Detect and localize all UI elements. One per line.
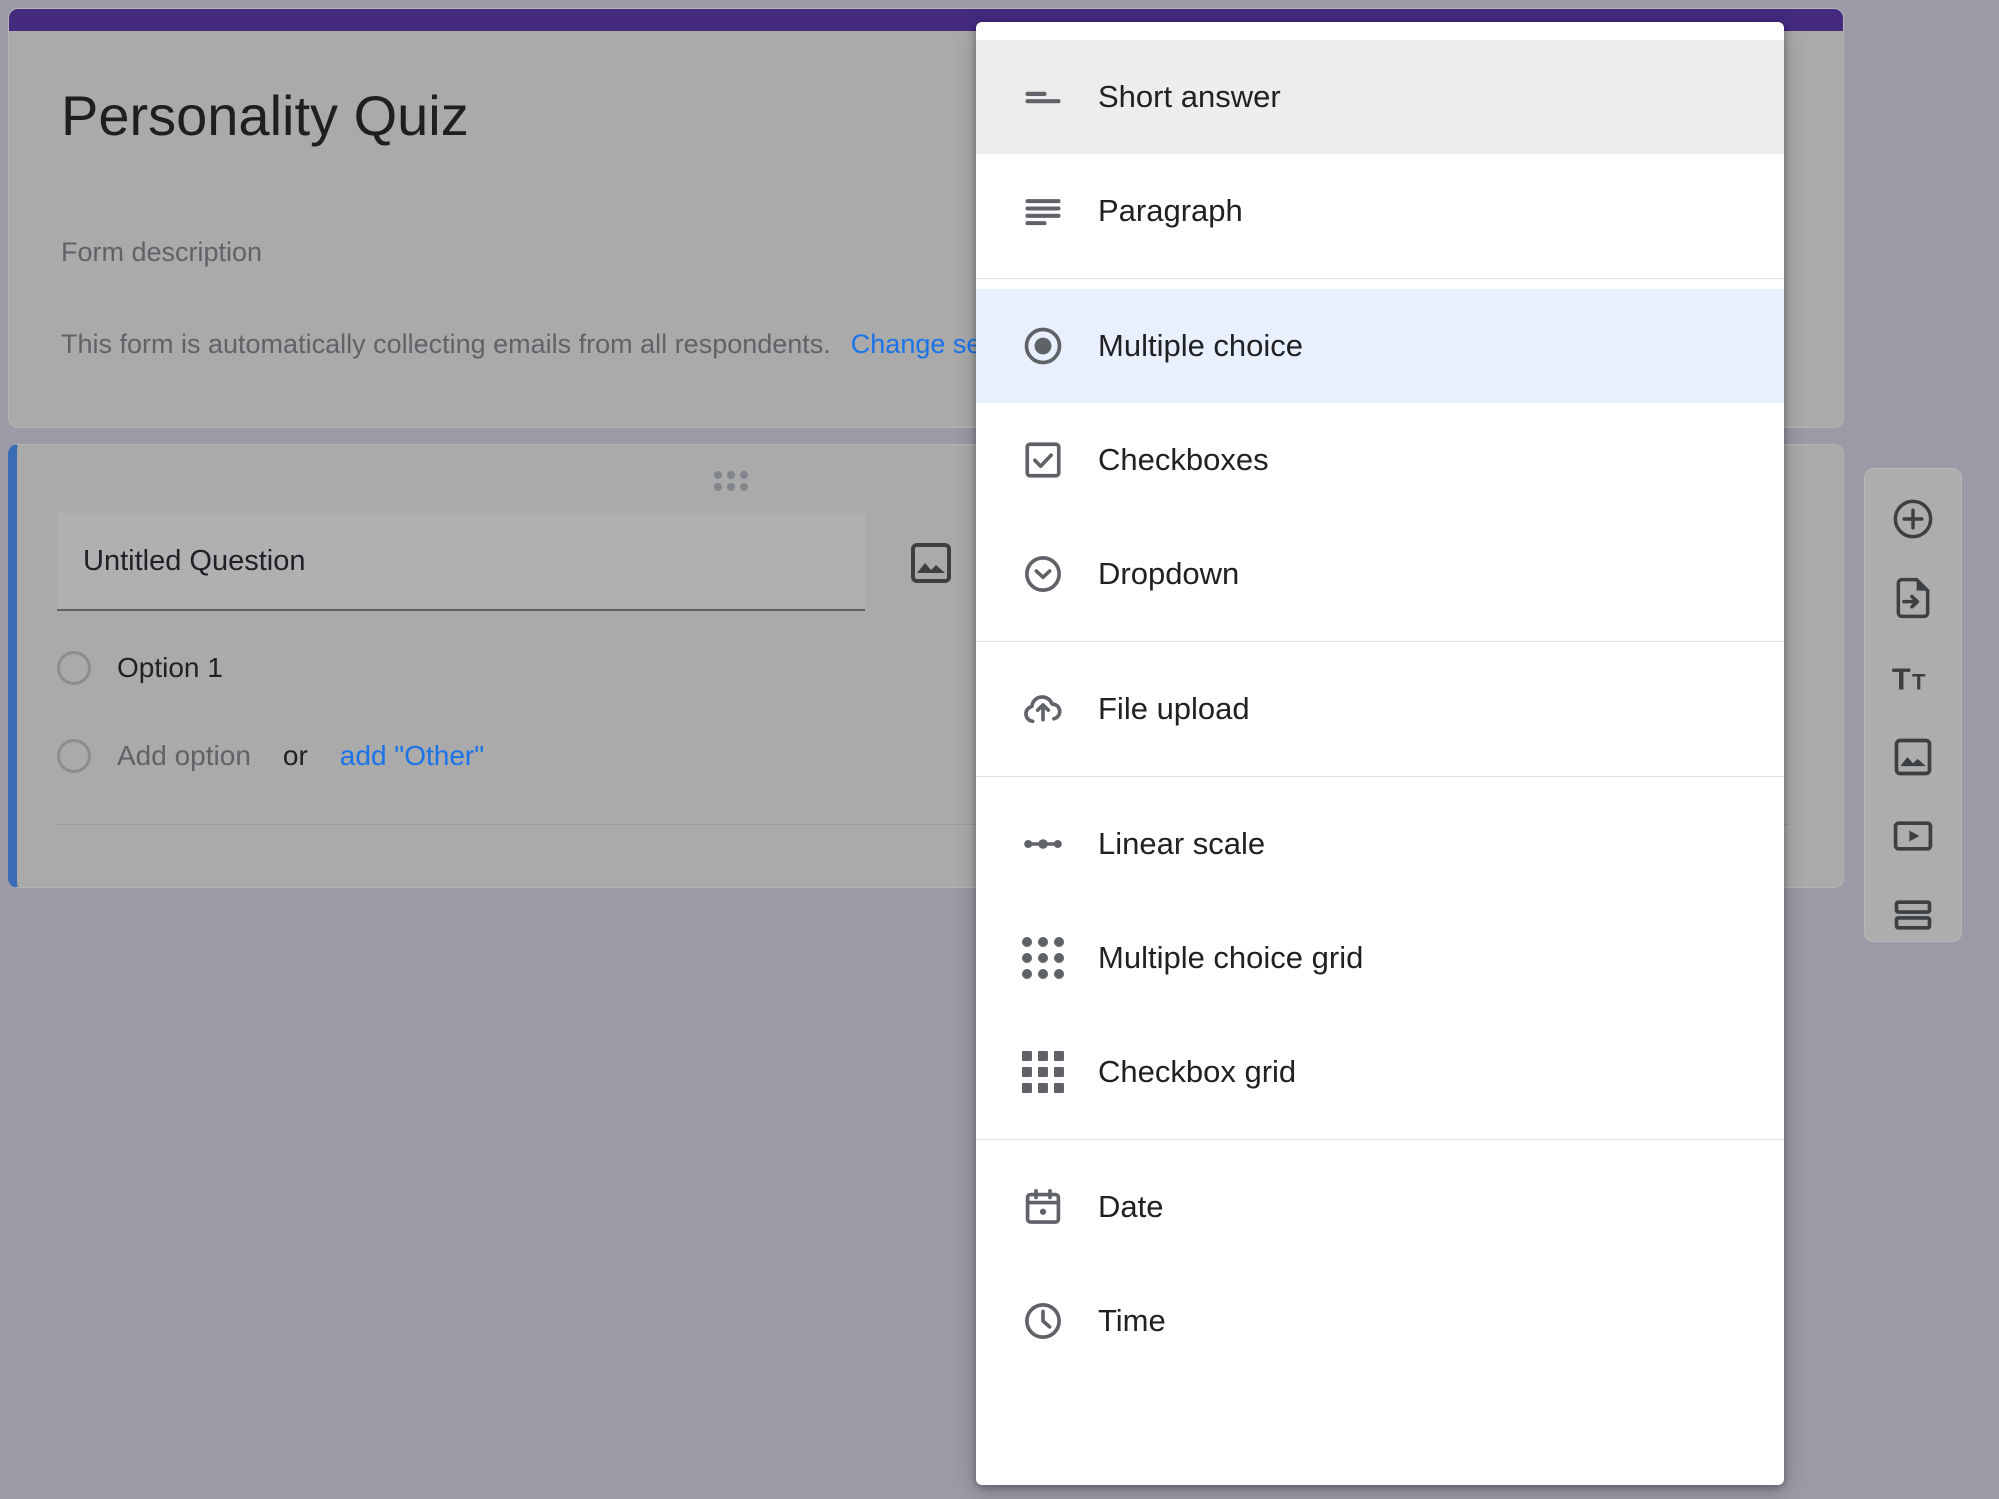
menu-item-label: Short answer xyxy=(1098,79,1281,114)
menu-separator xyxy=(976,278,1784,279)
side-toolbar: T T xyxy=(1864,468,1962,942)
menu-item-label: Multiple choice grid xyxy=(1098,940,1364,975)
paragraph-icon xyxy=(1006,190,1080,232)
menu-item-short-answer[interactable]: Short answer xyxy=(976,40,1784,154)
square-grid-icon xyxy=(1006,1051,1080,1093)
add-question-button[interactable] xyxy=(1887,493,1939,544)
email-collection-notice: This form is automatically collecting em… xyxy=(61,329,989,360)
add-title-description-button[interactable]: T T xyxy=(1887,652,1939,703)
menu-item-file-upload[interactable]: File upload xyxy=(976,652,1784,766)
menu-item-linear-scale[interactable]: Linear scale xyxy=(976,787,1784,901)
question-title-input[interactable]: Untitled Question xyxy=(57,513,865,611)
email-collection-notice-text: This form is automatically collecting em… xyxy=(61,329,831,359)
menu-item-label: Checkboxes xyxy=(1098,442,1269,477)
add-option-row[interactable]: Add option or add "Other" xyxy=(57,739,484,773)
menu-item-time[interactable]: Time xyxy=(976,1264,1784,1378)
dropdown-circle-icon xyxy=(1006,552,1080,596)
drag-dot xyxy=(740,471,748,479)
add-image-button[interactable] xyxy=(1887,731,1939,782)
import-questions-button[interactable] xyxy=(1887,572,1939,623)
menu-item-date[interactable]: Date xyxy=(976,1150,1784,1264)
menu-item-label: Time xyxy=(1098,1303,1166,1338)
dot-grid-icon xyxy=(1006,937,1080,979)
option-row[interactable]: Option 1 xyxy=(57,651,223,685)
drag-dot xyxy=(714,483,722,491)
cloud-upload-icon xyxy=(1006,686,1080,732)
menu-item-label: Dropdown xyxy=(1098,556,1240,591)
menu-separator xyxy=(976,776,1784,777)
form-description-placeholder[interactable]: Form description xyxy=(61,237,262,268)
menu-separator xyxy=(976,1139,1784,1140)
linear-scale-icon xyxy=(1006,821,1080,867)
radio-button-icon[interactable] xyxy=(57,651,91,685)
short-answer-icon xyxy=(1006,76,1080,118)
menu-item-label: File upload xyxy=(1098,691,1250,726)
add-section-button[interactable] xyxy=(1887,890,1939,941)
menu-item-label: Linear scale xyxy=(1098,826,1266,861)
drag-dot xyxy=(740,483,748,491)
menu-item-paragraph[interactable]: Paragraph xyxy=(976,154,1784,268)
menu-item-label: Multiple choice xyxy=(1098,328,1304,363)
menu-item-multiple-choice-grid[interactable]: Multiple choice grid xyxy=(976,901,1784,1015)
menu-item-dropdown[interactable]: Dropdown xyxy=(976,517,1784,631)
menu-item-label: Paragraph xyxy=(1098,193,1243,228)
checkbox-icon xyxy=(1006,438,1080,482)
drag-handle-icon[interactable] xyxy=(714,471,748,491)
drag-dot xyxy=(727,471,735,479)
add-other-button[interactable]: add "Other" xyxy=(340,740,484,772)
svg-text:T: T xyxy=(1912,670,1926,695)
option-label[interactable]: Option 1 xyxy=(117,652,223,684)
forms-editor-page: Personality Quiz Form description This f… xyxy=(0,0,1999,1499)
menu-item-label: Checkbox grid xyxy=(1098,1054,1297,1089)
menu-item-checkboxes[interactable]: Checkboxes xyxy=(976,403,1784,517)
menu-item-checkbox-grid[interactable]: Checkbox grid xyxy=(976,1015,1784,1129)
question-type-menu[interactable]: Short answer Paragraph Multiple choice C… xyxy=(976,22,1784,1485)
menu-item-multiple-choice[interactable]: Multiple choice xyxy=(976,289,1784,403)
menu-separator xyxy=(976,641,1784,642)
radio-button-icon xyxy=(57,739,91,773)
drag-dot xyxy=(727,483,735,491)
add-video-button[interactable] xyxy=(1887,810,1939,861)
clock-icon xyxy=(1006,1299,1080,1343)
calendar-icon xyxy=(1006,1185,1080,1229)
drag-dot xyxy=(714,471,722,479)
or-label: or xyxy=(282,740,308,771)
svg-text:T: T xyxy=(1892,663,1911,697)
add-option-button[interactable]: Add option xyxy=(117,740,251,772)
change-settings-link[interactable]: Change set xyxy=(851,329,989,359)
menu-item-label: Date xyxy=(1098,1189,1164,1224)
radio-button-icon xyxy=(1006,324,1080,368)
form-title[interactable]: Personality Quiz xyxy=(61,83,469,148)
insert-image-icon[interactable] xyxy=(907,539,955,587)
